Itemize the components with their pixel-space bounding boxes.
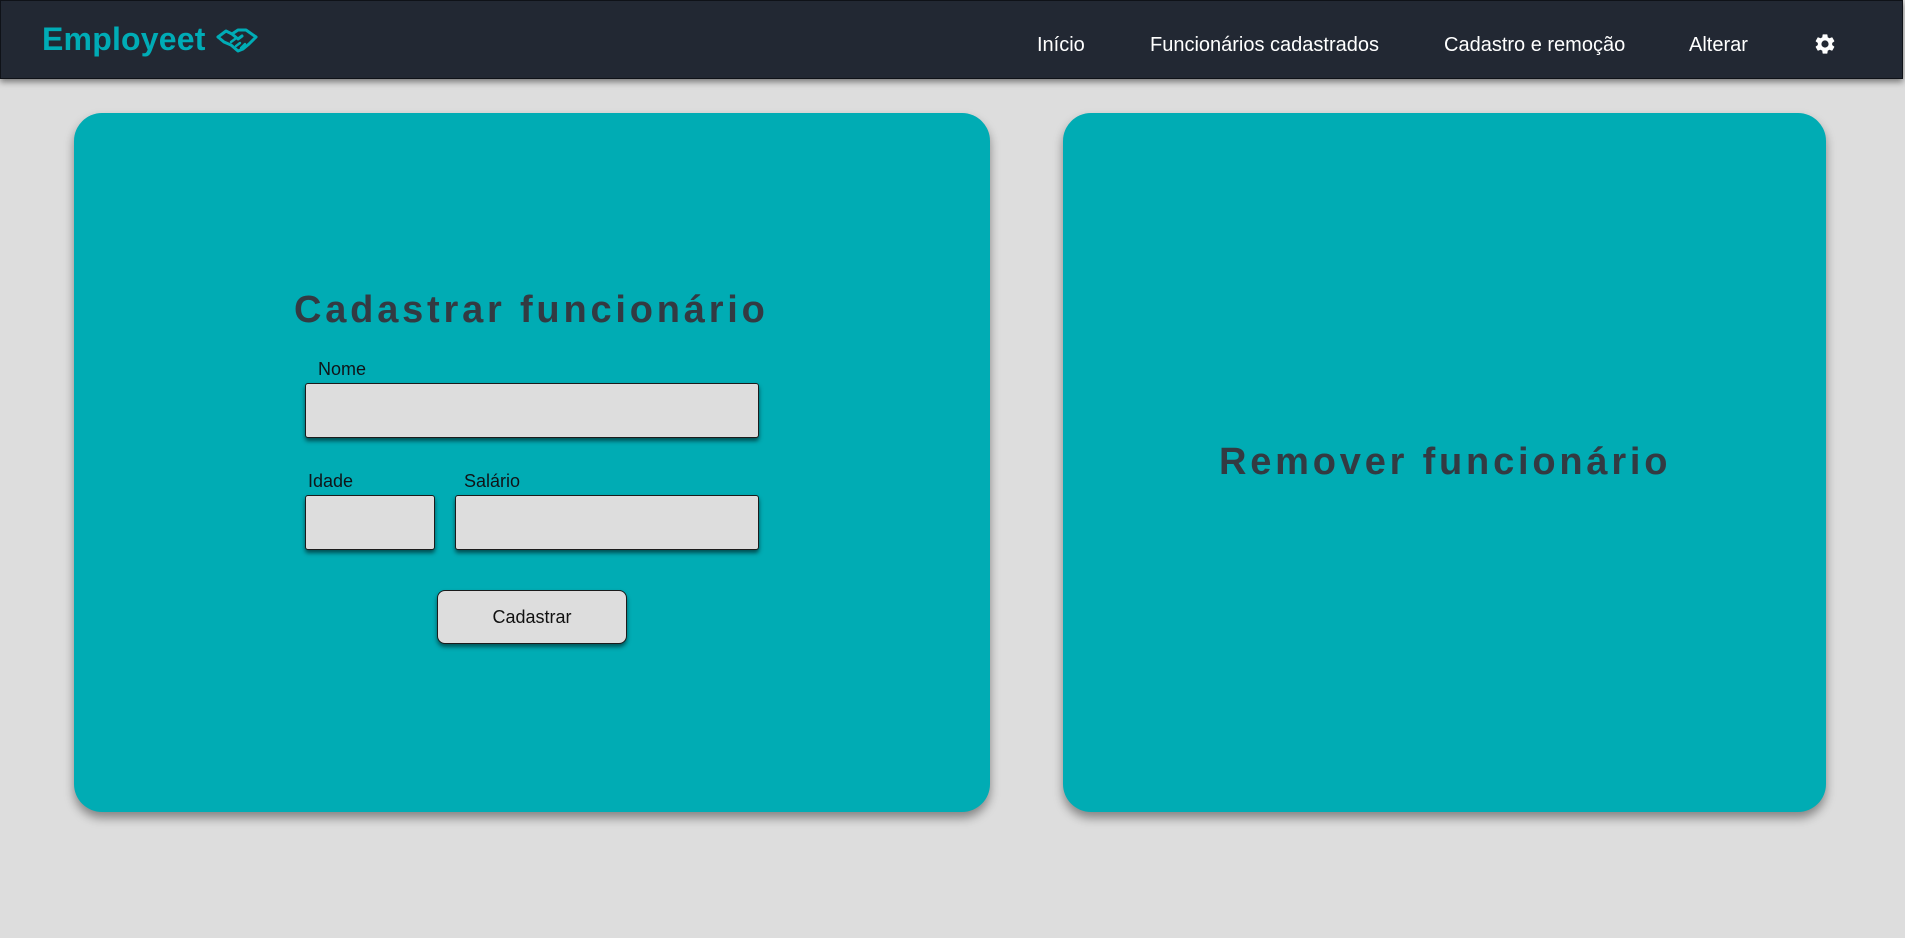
top-navbar: Employeet Início Funcionários cadastrado… xyxy=(0,0,1903,79)
name-label: Nome xyxy=(318,359,367,379)
register-card-title: Cadastrar funcionário xyxy=(294,289,769,331)
register-employee-card: Cadastrar funcionário Nome Idade Salário… xyxy=(74,113,990,812)
salary-label: Salário xyxy=(464,471,521,491)
gear-icon[interactable] xyxy=(1813,32,1837,56)
age-label: Idade xyxy=(308,471,354,491)
salary-field[interactable] xyxy=(455,495,759,550)
nav-link-cadastro-e-remocao[interactable]: Cadastro e remoção xyxy=(1444,34,1625,57)
nav-link-inicio[interactable]: Início xyxy=(1037,34,1085,57)
brand-name: Employeet xyxy=(42,21,206,57)
brand-logo[interactable]: Employeet xyxy=(42,21,258,58)
register-button[interactable]: Cadastrar xyxy=(437,590,627,644)
remove-employee-card: Remover funcionário xyxy=(1063,113,1826,812)
name-field[interactable] xyxy=(305,383,759,438)
age-field[interactable] xyxy=(305,495,435,550)
nav-link-alterar[interactable]: Alterar xyxy=(1689,34,1748,57)
remove-card-title: Remover funcionário xyxy=(1219,441,1672,483)
nav-link-funcionarios-cadastrados[interactable]: Funcionários cadastrados xyxy=(1150,34,1379,57)
handshake-icon xyxy=(216,28,258,52)
